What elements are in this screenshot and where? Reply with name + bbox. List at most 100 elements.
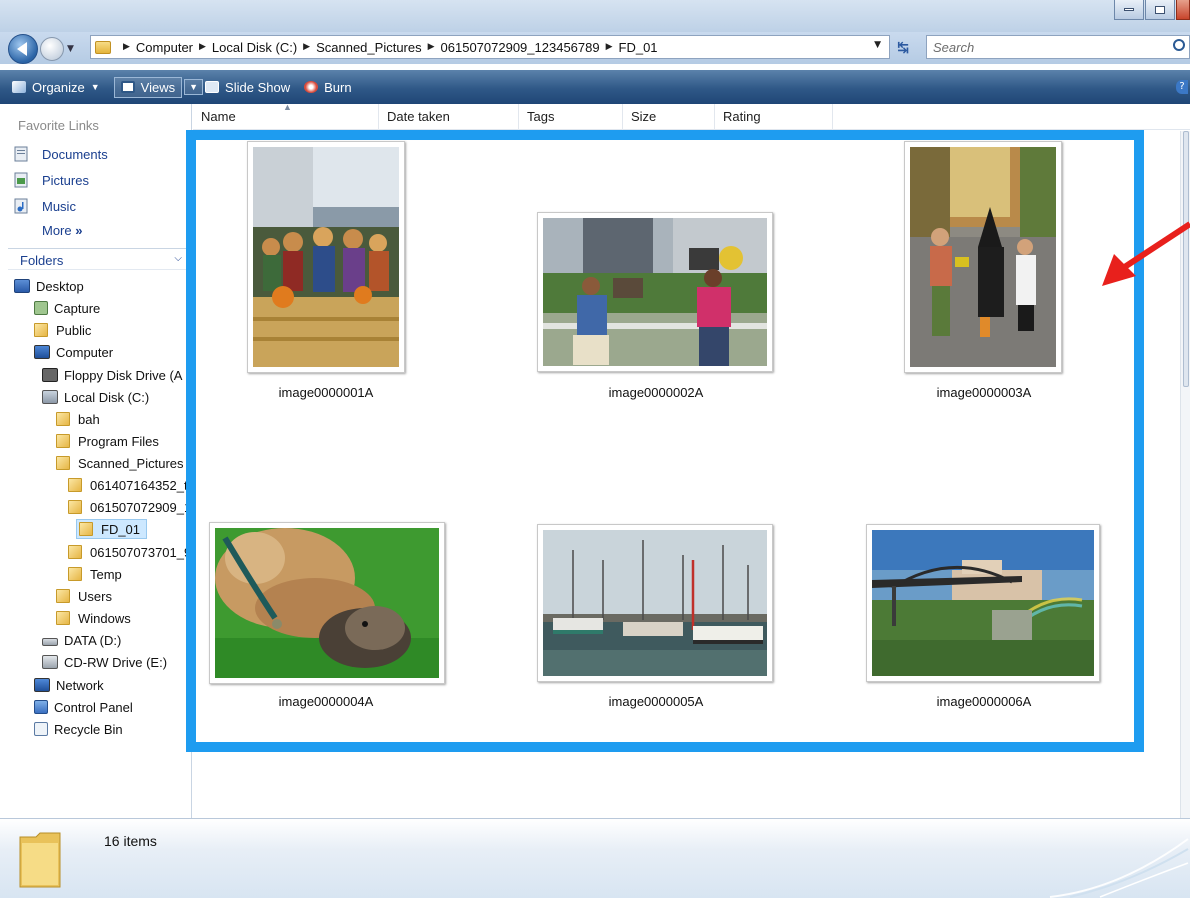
thumbnail-image0000006A[interactable]	[866, 524, 1100, 682]
tree-item-computer[interactable]: Computer	[34, 342, 113, 362]
search-input[interactable]: Search	[926, 35, 1190, 59]
file-label[interactable]: image0000002A	[536, 385, 776, 400]
thumbnail-image0000002A[interactable]	[537, 212, 773, 372]
tree-item-capture[interactable]: Capture	[34, 298, 100, 318]
tree-item-control-panel[interactable]: Control Panel	[34, 697, 133, 717]
column-name[interactable]: ▲ Name	[193, 102, 379, 130]
column-tags[interactable]: Tags	[519, 104, 623, 130]
file-label[interactable]: image0000005A	[536, 694, 776, 709]
tree-item-fd01[interactable]: FD_01	[76, 519, 148, 539]
favorite-documents[interactable]: Documents	[14, 146, 108, 162]
forward-button[interactable]	[40, 37, 64, 61]
breadcrumb-separator-icon[interactable]: ▶	[606, 42, 613, 52]
double-chevron-icon: »	[75, 223, 83, 238]
breadcrumb-fd01[interactable]: FD_01	[619, 40, 658, 55]
tree-item-recycle-bin[interactable]: Recycle Bin	[34, 719, 123, 739]
thumbnail-image0000001A[interactable]	[247, 141, 405, 373]
address-row: ▼ ▶ Computer ▶ Local Disk (C:) ▶ Scanned…	[0, 32, 1190, 64]
file-label[interactable]: image0000001A	[206, 385, 446, 400]
favorite-music[interactable]: Music	[14, 198, 76, 214]
tree-item-windows[interactable]: Windows	[56, 608, 131, 628]
tree-item-data-drive[interactable]: DATA (D:)	[42, 630, 121, 650]
fishing-boats-photo	[543, 530, 767, 676]
favorite-documents-label: Documents	[42, 146, 108, 162]
column-date-taken[interactable]: Date taken	[379, 104, 519, 130]
tree-item-program-files[interactable]: Program Files	[56, 431, 159, 451]
thumbnail-image0000005A[interactable]	[537, 524, 773, 682]
tree-item-users[interactable]: Users	[56, 586, 112, 606]
more-link[interactable]: More »	[42, 223, 82, 238]
favorite-links-heading: Favorite Links	[18, 118, 99, 133]
breadcrumb-scan-folder[interactable]: 061507072909_123456789	[441, 40, 600, 55]
breadcrumb-local-disk[interactable]: Local Disk (C:)	[212, 40, 297, 55]
breadcrumb-separator-icon[interactable]: ▶	[199, 42, 206, 52]
tree-item-local-disk[interactable]: Local Disk (C:)	[42, 387, 149, 407]
folders-header[interactable]: Folders ⌵	[8, 248, 188, 270]
tree-item-cd-drive[interactable]: CD-RW Drive (E:)	[42, 652, 167, 672]
tree-item-label: Capture	[54, 300, 101, 316]
tree-item-label: Control Panel	[54, 699, 133, 715]
address-bar[interactable]: ▶ Computer ▶ Local Disk (C:) ▶ Scanned_P…	[90, 35, 890, 59]
chevron-down-icon[interactable]: ⌵	[174, 253, 182, 264]
folders-label: Folders	[20, 253, 64, 268]
help-icon[interactable]: ?	[1176, 80, 1188, 94]
back-button[interactable]	[8, 34, 38, 64]
tree-item-floppy[interactable]: Floppy Disk Drive (A	[42, 365, 182, 385]
column-date-taken-label: Date taken	[387, 109, 450, 124]
column-size[interactable]: Size	[623, 104, 715, 130]
minimize-button[interactable]	[1114, 0, 1144, 20]
documents-icon	[14, 146, 28, 162]
capture-icon	[34, 301, 48, 315]
tree-item-label: Desktop	[36, 278, 84, 294]
navigation-pane: Favorite Links Documents Pictures Music …	[0, 104, 192, 818]
burn-button[interactable]: Burn	[304, 80, 352, 95]
tree-item-desktop[interactable]: Desktop	[14, 276, 84, 296]
desktop-icon	[14, 279, 30, 293]
thumbnail-image0000003A[interactable]	[904, 141, 1062, 373]
thumbnail-image0000004A[interactable]	[209, 522, 445, 684]
tree-item-scanned-pictures[interactable]: Scanned_Pictures	[56, 453, 184, 473]
file-label[interactable]: image0000003A	[864, 385, 1104, 400]
favorite-pictures[interactable]: Pictures	[14, 172, 89, 188]
breadcrumb-separator-icon[interactable]: ▶	[303, 42, 310, 52]
address-dropdown-icon[interactable]: ▼	[874, 40, 881, 50]
tree-item-label: Temp	[90, 566, 122, 582]
tree-item-scan-folder-2[interactable]: 061507072909_1	[68, 497, 191, 517]
search-icon[interactable]	[1173, 39, 1185, 51]
tree-item-network[interactable]: Network	[34, 675, 104, 695]
tree-item-label: Computer	[56, 344, 114, 360]
tree-item-label: Floppy Disk Drive (A	[64, 367, 183, 383]
tree-item-public[interactable]: Public	[34, 320, 91, 340]
slideshow-icon	[205, 81, 220, 93]
close-button[interactable]	[1176, 0, 1190, 20]
refresh-button[interactable]: ↹	[888, 36, 918, 60]
tree-item-label: Local Disk (C:)	[64, 389, 150, 405]
organize-button[interactable]: Organize ▼	[12, 80, 100, 95]
slideshow-button[interactable]: Slide Show	[205, 80, 290, 95]
tree-item-scan-folder-3[interactable]: 061507073701_9	[68, 542, 191, 562]
views-button[interactable]: Views	[113, 76, 183, 98]
tree-item-temp[interactable]: Temp	[68, 564, 122, 584]
history-dropdown-icon[interactable]: ▼	[67, 44, 74, 54]
maximize-button[interactable]	[1145, 0, 1175, 20]
more-label: More	[42, 223, 72, 238]
dog-and-puppy-photo	[215, 528, 439, 678]
file-label[interactable]: image0000004A	[206, 694, 446, 709]
file-label[interactable]: image0000006A	[864, 694, 1104, 709]
breadcrumb-separator-icon[interactable]: ▶	[428, 42, 435, 52]
hard-disk-icon	[42, 390, 58, 404]
details-pane: 16 items	[0, 818, 1190, 898]
tree-item-bah[interactable]: bah	[56, 409, 100, 429]
caption-buttons	[1114, 0, 1190, 22]
breadcrumb-separator-icon[interactable]: ▶	[123, 42, 130, 52]
breadcrumb-computer[interactable]: Computer	[136, 40, 193, 55]
column-rating[interactable]: Rating	[715, 104, 833, 130]
breadcrumb-scanned-pictures[interactable]: Scanned_Pictures	[316, 40, 422, 55]
tree-item-scan-folder-1[interactable]: 061407164352_t	[68, 475, 188, 495]
maximize-icon	[1155, 5, 1165, 14]
column-rating-label: Rating	[723, 109, 761, 124]
decorative-swoosh	[1049, 838, 1189, 898]
costumed-children-photo	[910, 147, 1056, 367]
views-dropdown[interactable]: ▼	[184, 79, 204, 95]
favorite-music-label: Music	[42, 198, 76, 214]
